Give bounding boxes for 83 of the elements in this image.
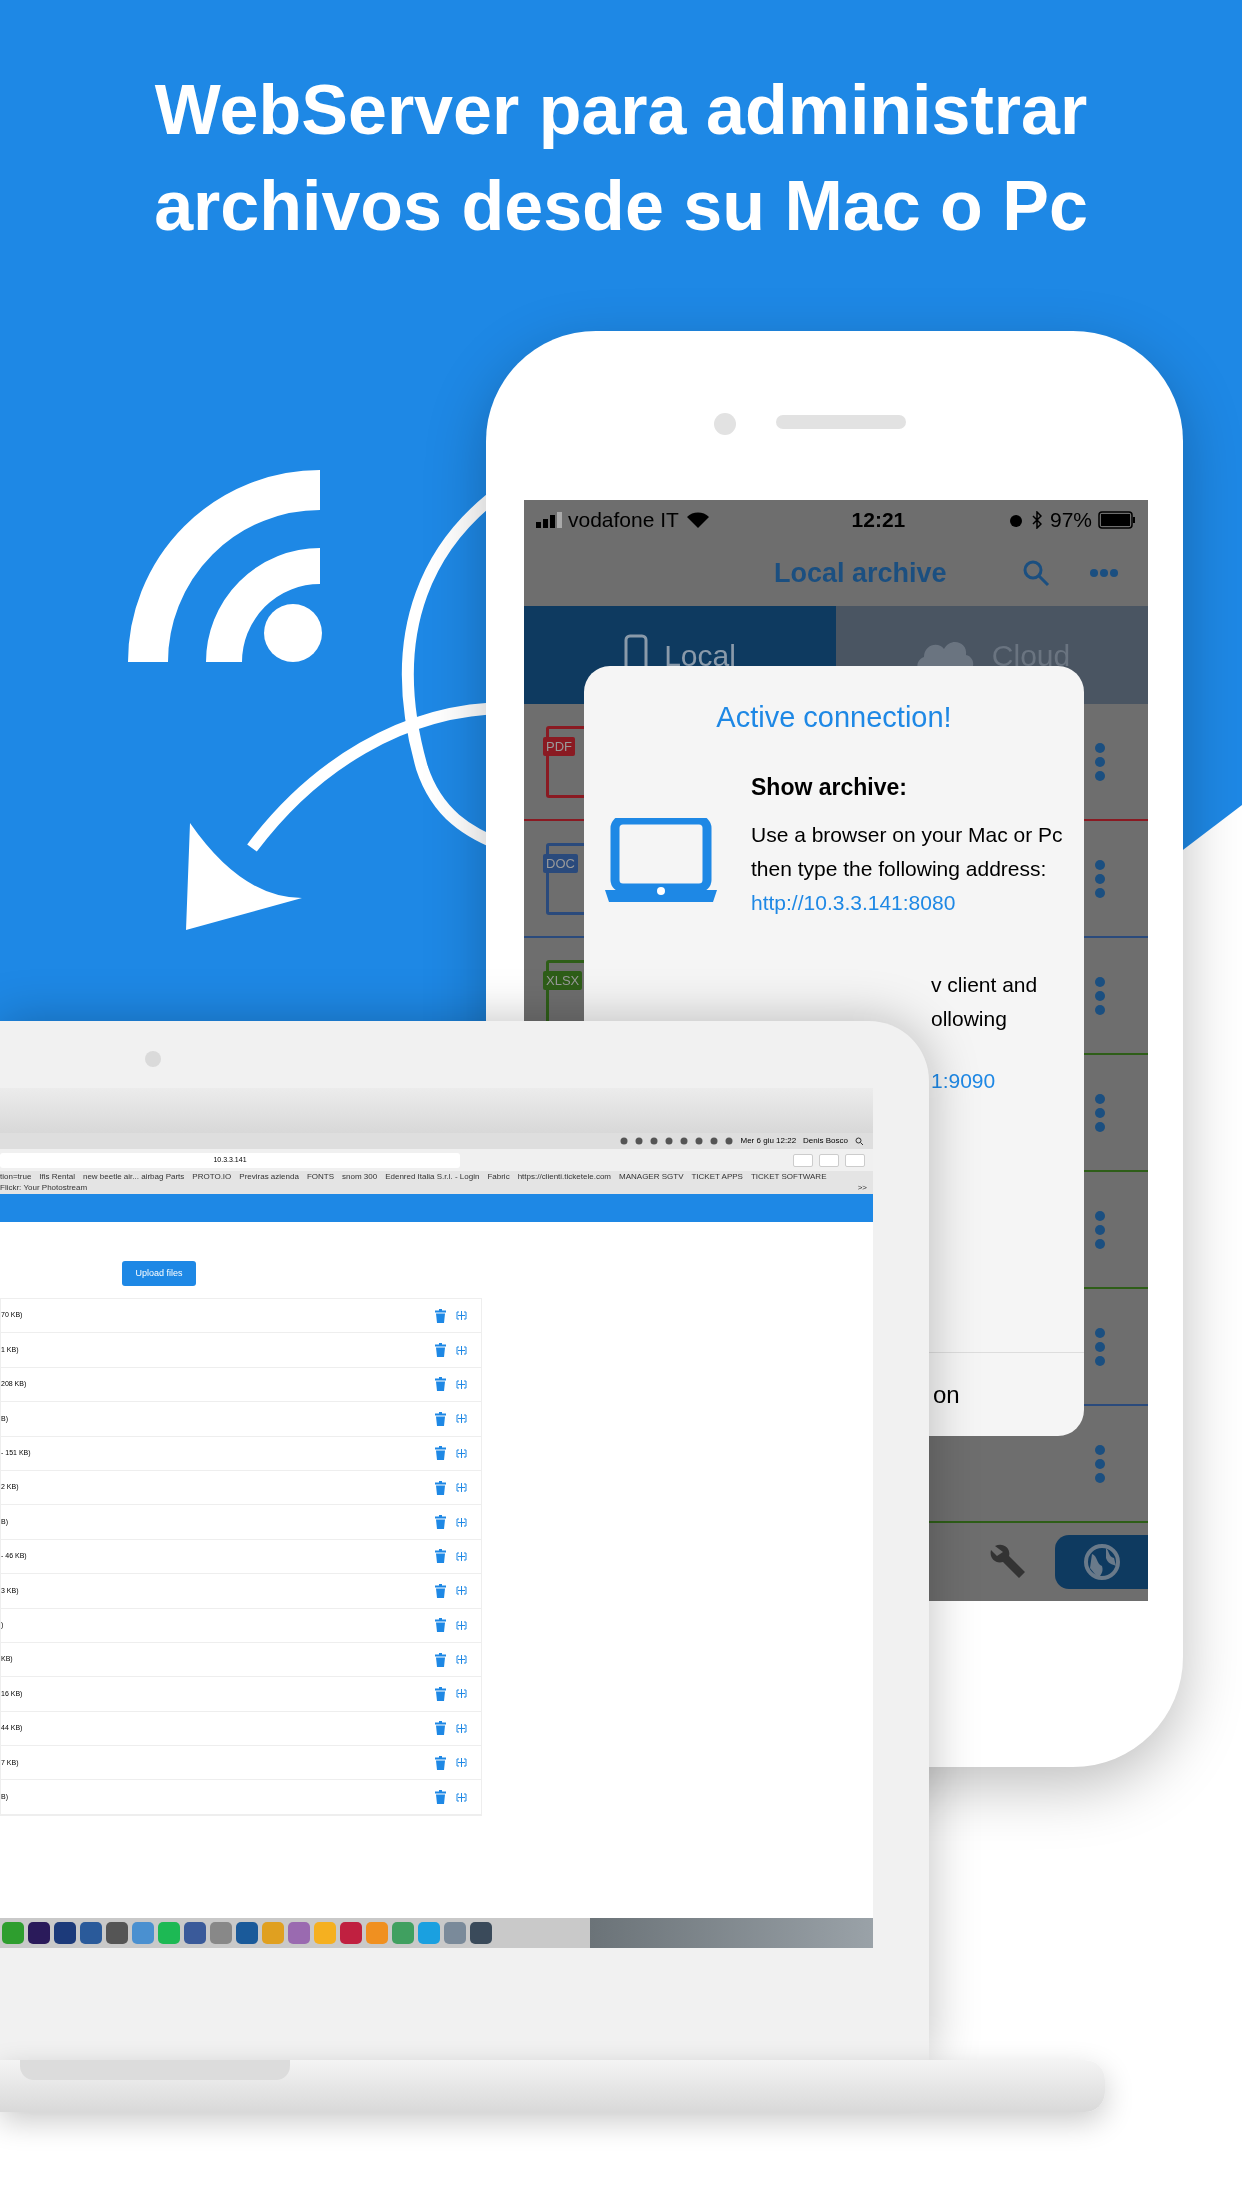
- resize-icon[interactable]: [456, 1792, 467, 1802]
- alarm-icon: [1007, 512, 1024, 528]
- app-icon[interactable]: [28, 1922, 50, 1944]
- menu-bar-icon[interactable]: [680, 1137, 689, 1145]
- app-icon[interactable]: [236, 1922, 258, 1944]
- dialog-text: v client and: [931, 972, 1039, 998]
- trash-icon[interactable]: [435, 1652, 446, 1667]
- resize-icon[interactable]: [456, 1311, 467, 1321]
- bookmark-link[interactable]: MANAGER SGTV: [619, 1172, 684, 1182]
- bookmark-link[interactable]: tion=true: [0, 1172, 32, 1182]
- trash-icon[interactable]: [435, 1721, 446, 1736]
- app-icon[interactable]: [184, 1922, 206, 1944]
- headline: archivos desde su Mac o Pc: [154, 166, 1088, 247]
- bookmark-link[interactable]: Flickr: Your Photostream: [0, 1183, 88, 1193]
- trash-icon[interactable]: [435, 1446, 446, 1461]
- bookmark-link[interactable]: snom 300: [342, 1172, 378, 1182]
- globe-icon: [1081, 1542, 1122, 1582]
- resize-icon[interactable]: [456, 1551, 467, 1561]
- resize-icon[interactable]: [456, 1758, 467, 1768]
- bookmark-link[interactable]: PROTO.IO: [192, 1172, 232, 1182]
- bookmark-link[interactable]: Previras azienda: [239, 1172, 299, 1182]
- screen-title: Local archive: [774, 556, 947, 590]
- resize-icon[interactable]: [456, 1448, 467, 1458]
- dialog-button[interactable]: on: [931, 1353, 1084, 1436]
- menu-bar-icon[interactable]: [650, 1137, 659, 1145]
- trash-icon[interactable]: [435, 1549, 446, 1564]
- bookmark-link[interactable]: Ifis Rental: [39, 1172, 75, 1182]
- app-icon[interactable]: [80, 1922, 102, 1944]
- trash-icon[interactable]: [435, 1755, 446, 1770]
- resize-icon[interactable]: [456, 1345, 467, 1355]
- trash-icon[interactable]: [435, 1308, 446, 1323]
- resize-icon[interactable]: [456, 1483, 467, 1493]
- trash-icon[interactable]: [435, 1583, 446, 1598]
- trash-icon[interactable]: [435, 1618, 446, 1633]
- bookmark-link[interactable]: FONTS: [306, 1172, 334, 1182]
- headline: WebServer para administrar: [154, 70, 1088, 151]
- menu-bar-clock: Mer 6 giu 12:22: [740, 1135, 797, 1147]
- battery-percent: 97%: [1049, 507, 1092, 534]
- trash-icon[interactable]: [435, 1790, 446, 1805]
- user-name: Denis Bosco: [803, 1135, 848, 1147]
- search-icon[interactable]: [855, 1137, 863, 1145]
- menu-bar-icon[interactable]: [635, 1137, 644, 1145]
- resize-icon[interactable]: [456, 1655, 467, 1665]
- bookmark-link[interactable]: https://clienti.ticketele.com: [517, 1172, 612, 1182]
- trash-icon[interactable]: [435, 1343, 446, 1358]
- menu-bar-icon[interactable]: [710, 1137, 719, 1145]
- more-bookmarks[interactable]: >>: [857, 1183, 867, 1193]
- menu-bar-icon[interactable]: [620, 1137, 629, 1145]
- tab-bar-item[interactable]: [1055, 1535, 1148, 1589]
- laptop-icon: [605, 817, 717, 902]
- upload-button[interactable]: Upload files: [122, 1261, 196, 1286]
- battery-icon: [1098, 511, 1136, 529]
- resize-icon[interactable]: [456, 1414, 467, 1424]
- wifi-signal-icon: [686, 512, 709, 528]
- menu-bar-icon[interactable]: [695, 1137, 704, 1145]
- dialog-heading: Show archive:: [751, 772, 908, 802]
- menu-bar-icon[interactable]: [725, 1137, 734, 1145]
- bluetooth-icon: [1031, 511, 1042, 529]
- trash-icon[interactable]: [435, 1411, 446, 1426]
- app-icon[interactable]: [106, 1922, 128, 1944]
- bookmark-link[interactable]: TICKET APPS: [691, 1172, 743, 1182]
- trash-icon[interactable]: [435, 1480, 446, 1495]
- bookmark-link[interactable]: new beetle air... airbag Parts: [82, 1172, 185, 1182]
- resize-icon[interactable]: [456, 1517, 467, 1527]
- bookmark-link[interactable]: TICKET SOFTWARE: [750, 1172, 827, 1182]
- trash-icon[interactable]: [435, 1377, 446, 1392]
- dialog-text: ollowing: [931, 1006, 1008, 1032]
- app-icon[interactable]: [54, 1922, 76, 1944]
- app-icon[interactable]: [470, 1922, 492, 1944]
- bookmark-link[interactable]: Fabric: [487, 1172, 510, 1182]
- signal-icon: [536, 512, 562, 528]
- resize-icon[interactable]: [456, 1379, 467, 1389]
- dialog-text: Use a browser on your Mac or Pc then type the following address:: [751, 822, 1064, 882]
- resize-icon[interactable]: [456, 1620, 467, 1630]
- menu-bar-icon[interactable]: [665, 1137, 674, 1145]
- trash-icon[interactable]: [435, 1515, 446, 1530]
- trash-icon[interactable]: [435, 1687, 446, 1701]
- resize-icon[interactable]: [456, 1689, 467, 1699]
- clock-time: 12:21: [850, 507, 906, 534]
- carrier-name: vodafone IT: [568, 507, 679, 534]
- resize-icon[interactable]: [456, 1586, 467, 1596]
- resize-icon[interactable]: [456, 1723, 467, 1733]
- bookmark-link[interactable]: Edenred Italia S.r.l. - Login: [385, 1172, 480, 1182]
